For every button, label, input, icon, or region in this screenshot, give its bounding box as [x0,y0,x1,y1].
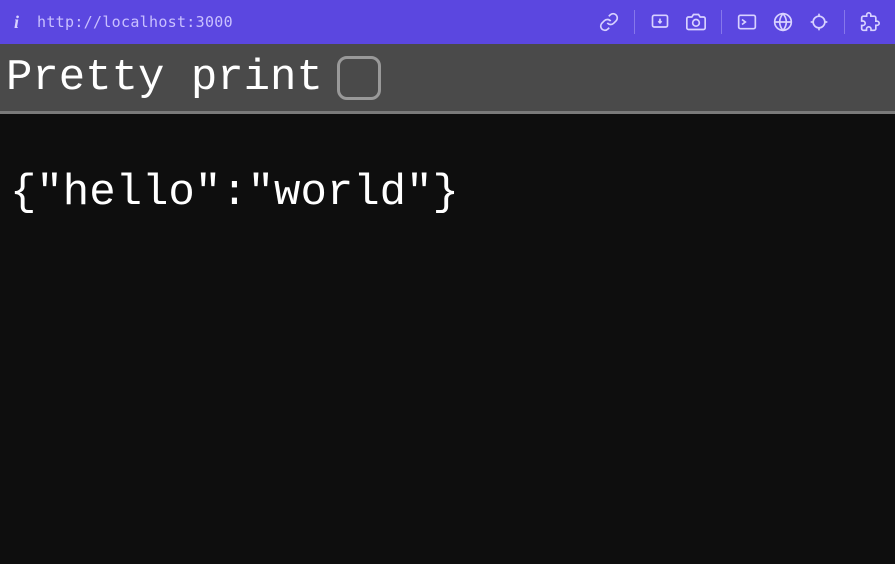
url-display[interactable]: http://localhost:3000 [37,13,580,31]
controls-bar: Pretty print [0,44,895,114]
terminal-icon[interactable] [736,11,758,33]
toolbar-icons [598,10,881,34]
divider [721,10,722,34]
download-icon[interactable] [649,11,671,33]
response-body: {"hello":"world"} [0,114,895,272]
globe-icon[interactable] [772,11,794,33]
pretty-print-label: Pretty print [6,53,323,103]
link-icon[interactable] [598,11,620,33]
target-icon[interactable] [808,11,830,33]
divider [634,10,635,34]
divider [844,10,845,34]
camera-icon[interactable] [685,11,707,33]
pretty-print-checkbox[interactable] [337,56,381,100]
info-icon[interactable]: i [14,12,19,33]
extension-icon[interactable] [859,11,881,33]
address-bar: i http://localhost:3000 [0,0,895,44]
